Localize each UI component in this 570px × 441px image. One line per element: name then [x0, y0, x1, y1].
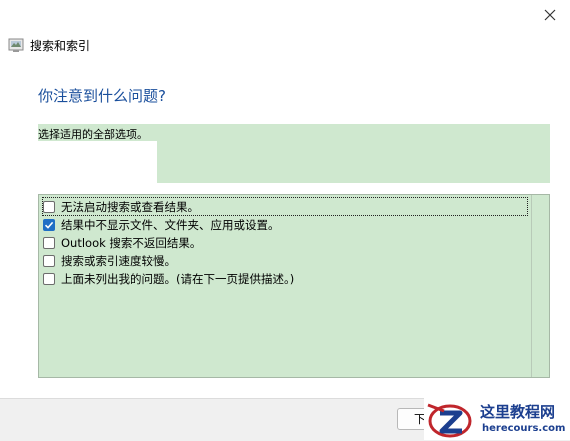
close-button[interactable]	[536, 4, 564, 26]
page-title: 你注意到什么问题?	[38, 87, 166, 105]
option-row[interactable]: Outlook 搜索不返回结果。	[43, 234, 201, 251]
option-checkbox[interactable]	[43, 236, 55, 249]
hint-text: 选择适用的全部选项。	[38, 128, 148, 141]
window-title: 搜索和索引	[30, 38, 91, 53]
option-checkbox[interactable]	[43, 272, 55, 285]
option-label: 结果中不显示文件、文件夹、应用或设置。	[61, 217, 280, 232]
watermark-logo-icon	[427, 403, 472, 438]
close-icon	[544, 9, 556, 21]
dialog-header: 搜索和索引	[8, 36, 90, 54]
watermark-url: herecours.com	[482, 423, 566, 434]
list-scrollbar[interactable]	[531, 195, 549, 377]
option-checkbox[interactable]	[43, 200, 55, 213]
checkmark-icon	[44, 221, 54, 229]
option-row[interactable]: 上面未列出我的问题。(请在下一页提供描述。)	[43, 270, 294, 287]
option-checkbox[interactable]	[43, 218, 55, 231]
option-label: 无法启动搜索或查看结果。	[61, 199, 199, 214]
watermark-text: 这里教程网	[480, 403, 556, 421]
search-indexing-icon	[8, 38, 24, 52]
option-label: Outlook 搜索不返回结果。	[61, 235, 202, 250]
option-label: 搜索或索引速度较慢。	[61, 253, 176, 268]
watermark: 这里教程网 herecours.com	[424, 397, 570, 440]
option-row[interactable]: 搜索或索引速度较慢。	[43, 252, 176, 269]
option-row[interactable]: 结果中不显示文件、文件夹、应用或设置。	[43, 216, 280, 233]
options-list: 无法启动搜索或查看结果。结果中不显示文件、文件夹、应用或设置。 Outlook 搜…	[38, 194, 550, 378]
option-row[interactable]: 无法启动搜索或查看结果。	[42, 197, 528, 216]
option-label: 上面未列出我的问题。(请在下一页提供描述。)	[61, 271, 295, 286]
hint-box: 选择适用的全部选项。	[38, 124, 550, 183]
option-checkbox[interactable]	[43, 254, 55, 267]
